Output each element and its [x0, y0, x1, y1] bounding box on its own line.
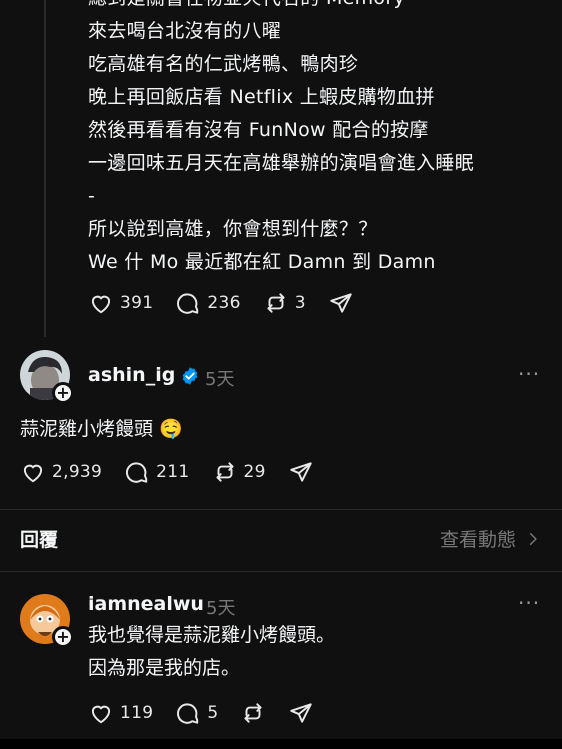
- comment-icon: [177, 293, 199, 314]
- follow-plus-icon[interactable]: +: [52, 382, 74, 404]
- post-line: 總到是關督任物並火代名的 Memory: [88, 0, 548, 15]
- repost-icon: [215, 462, 234, 482]
- comment-button[interactable]: 211: [124, 459, 189, 485]
- heart-icon: [91, 705, 111, 724]
- comment-button[interactable]: 236: [175, 290, 240, 316]
- post-line: 吃高雄有名的仁武烤鴨、鴨肉珍: [88, 53, 359, 75]
- thread-line: [44, 0, 46, 337]
- bottom-edge: [0, 739, 562, 749]
- comment-icon: [177, 703, 199, 724]
- comment-icon: [126, 462, 148, 483]
- repost-button[interactable]: 3: [263, 290, 306, 316]
- heart-icon: [23, 464, 43, 483]
- follow-plus-icon[interactable]: +: [52, 626, 74, 648]
- share-button[interactable]: [288, 459, 314, 485]
- divider: [0, 509, 562, 510]
- comment-line: 我也覺得是蒜泥雞小烤饅頭。: [88, 624, 336, 646]
- comment-button[interactable]: 5: [175, 700, 218, 726]
- like-button[interactable]: 2,939: [20, 459, 102, 485]
- post-time: 5天: [206, 598, 236, 619]
- post-body: 總到是關督任物並火代名的 Memory 來去喝台北沒有的八曜 吃高雄有名的仁武烤…: [88, 0, 548, 279]
- comment-count: 5: [207, 703, 219, 723]
- post-line: 晚上再回飯店看 Netflix 上蝦皮購物血拼: [88, 86, 435, 108]
- share-icon: [290, 703, 313, 723]
- more-options-button[interactable]: ···: [518, 362, 540, 386]
- post-line: -: [88, 185, 96, 207]
- heart-icon: [91, 295, 111, 314]
- avatar[interactable]: +: [20, 594, 74, 648]
- comment-count: 211: [156, 462, 190, 482]
- comment-count: 236: [207, 293, 241, 313]
- username[interactable]: ashin_ig: [88, 364, 175, 386]
- verified-badge-icon: [182, 367, 198, 385]
- like-button[interactable]: 119: [88, 700, 153, 726]
- repost-button[interactable]: [240, 700, 266, 726]
- post-line: 來去喝台北沒有的八曜: [88, 20, 282, 42]
- post-line: 然後再看看有沒有 FunNow 配合的按摩: [88, 119, 429, 141]
- avatar[interactable]: +: [20, 350, 74, 404]
- share-button[interactable]: [328, 290, 354, 316]
- post-line: 所以說到高雄，你會想到什麼？？: [88, 218, 378, 240]
- replies-label: 回覆: [20, 529, 59, 551]
- share-icon: [290, 462, 312, 482]
- comment-line: 因為那是我的店。: [88, 657, 241, 679]
- share-icon: [330, 293, 352, 313]
- comment-text: 蒜泥雞小烤饅頭 🤤: [20, 418, 183, 440]
- repost-button[interactable]: 29: [212, 459, 266, 485]
- view-activity-link[interactable]: 查看動態: [440, 525, 540, 552]
- divider: [0, 571, 562, 572]
- like-count: 2,939: [52, 462, 103, 482]
- view-activity-label: 查看動態: [439, 529, 516, 551]
- repost-count: 3: [294, 293, 306, 313]
- more-options-button[interactable]: ···: [518, 591, 540, 615]
- repost-icon: [267, 293, 285, 313]
- like-count: 391: [120, 293, 154, 313]
- like-count: 119: [120, 703, 154, 723]
- post-line: We 什 Mo 最近都在紅 Damn 到 Damn: [88, 251, 436, 273]
- comment-actions: 2,939 211 29: [20, 459, 336, 485]
- post-line: 一邊回味五月天在高雄舉辦的演唱會進入睡眠: [88, 152, 475, 174]
- repost-count: 29: [243, 462, 266, 482]
- post-actions: 391 236 3: [88, 290, 376, 316]
- username[interactable]: iamnealwu: [88, 593, 204, 615]
- post-time: 5天: [205, 369, 235, 390]
- share-button[interactable]: [288, 700, 314, 726]
- comment-actions: 119 5: [88, 700, 336, 726]
- chevron-right-icon: [529, 532, 537, 545]
- like-button[interactable]: 391: [88, 290, 153, 316]
- repost-icon: [244, 703, 263, 723]
